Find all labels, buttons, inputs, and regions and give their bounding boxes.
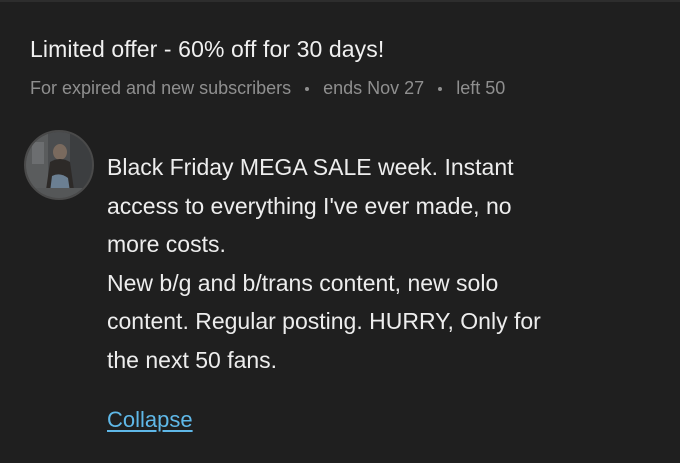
message-line: Black Friday MEGA SALE week. Instant bbox=[107, 154, 514, 180]
offer-card: Limited offer - 60% off for 30 days! For… bbox=[0, 2, 680, 463]
offer-audience: For expired and new subscribers bbox=[30, 78, 292, 98]
offer-meta: For expired and new subscribers ends Nov… bbox=[30, 78, 505, 99]
message-line: the next 50 fans. bbox=[107, 346, 278, 373]
message-line: content. Regular posting. HURRY, Only fo… bbox=[107, 308, 541, 334]
user-avatar-photo-icon bbox=[26, 132, 92, 198]
avatar[interactable] bbox=[24, 130, 94, 200]
message-line: New b/g and b/trans content, new solo bbox=[107, 269, 499, 296]
collapse-link[interactable]: Collapse bbox=[107, 407, 193, 433]
offer-title: Limited offer - 60% off for 30 days! bbox=[30, 36, 385, 62]
bullet-dot-icon bbox=[438, 86, 443, 91]
offer-end-date: ends Nov 27 bbox=[323, 78, 425, 98]
bullet-dot-icon bbox=[305, 86, 310, 91]
message-line: more costs. bbox=[107, 231, 226, 257]
offer-remaining-count: left 50 bbox=[456, 78, 506, 98]
message-line: access to everything I've ever made, no bbox=[107, 192, 512, 219]
message-body: Black Friday MEGA SALE week. Instant acc… bbox=[107, 148, 667, 379]
